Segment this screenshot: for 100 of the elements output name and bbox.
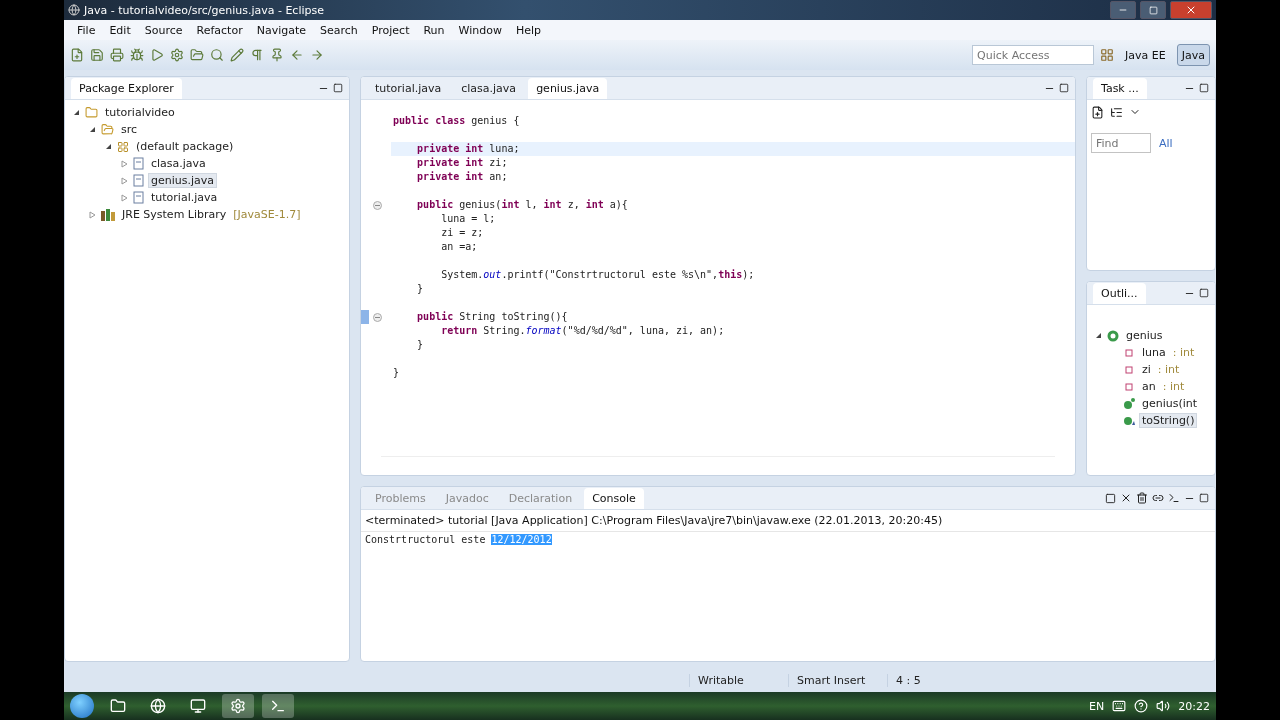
maximize-icon[interactable] [1199,83,1209,93]
file-icon [133,191,144,204]
tree-item[interactable]: luna [1139,345,1169,360]
constructor-icon [1123,397,1135,410]
menu-item[interactable]: Navigate [249,23,313,37]
maximize-icon[interactable] [1199,493,1209,503]
maximize-icon[interactable] [1199,288,1209,298]
new-file-icon[interactable] [70,48,84,62]
perspective-button[interactable]: Java EE [1120,44,1171,66]
terminal-icon[interactable] [262,694,294,718]
perspective-button[interactable]: Java [1176,44,1210,66]
field-type: : int [1157,363,1180,376]
view-tab[interactable]: Console [584,487,644,509]
link-icon[interactable] [1152,492,1164,504]
minimize-button[interactable] [1110,1,1136,19]
list-icon[interactable] [1110,106,1123,119]
file-icon [133,174,144,187]
field-type: : int [1172,346,1195,359]
menu-item[interactable]: Edit [102,23,138,37]
library-version: [JavaSE-1.7] [233,208,301,221]
code-line: public class genius { [392,114,521,128]
help-icon[interactable] [1134,699,1149,713]
expanded-arrow-icon[interactable] [72,109,80,116]
find-field[interactable]: Find [1091,133,1151,153]
maximize-icon[interactable] [333,83,343,93]
tree-item[interactable]: clasa.java [148,156,209,171]
view-tab[interactable]: Task ... [1093,77,1147,99]
pin-icon[interactable] [270,48,284,62]
start-button[interactable] [70,694,94,718]
tree-item[interactable]: (default package) [133,139,237,154]
tree-item[interactable]: genius(int [1139,396,1201,411]
editor-tab[interactable]: genius.java [528,77,608,99]
search-icon[interactable] [210,48,224,62]
tree-item[interactable]: tutorialvideo [102,105,178,120]
quick-access-field[interactable]: Quick Access [972,45,1095,65]
open-perspective-icon[interactable] [1100,48,1115,62]
maximize-button[interactable] [1140,1,1166,19]
expanded-arrow-icon[interactable] [88,126,96,133]
code-line: private int an; [416,170,509,184]
expanded-arrow-icon[interactable] [104,143,112,150]
editor-tab[interactable]: tutorial.java [367,77,450,99]
remove-icon[interactable] [1120,492,1132,504]
code-line: luna = l; [440,212,497,226]
play-icon[interactable] [150,48,164,62]
menu-item[interactable]: Search [313,23,365,37]
code-line: } [416,338,425,352]
expanded-arrow-icon[interactable] [1094,332,1102,339]
save-icon[interactable] [90,48,104,62]
new-task-icon[interactable] [1091,106,1104,119]
maximize-icon[interactable] [1059,83,1069,93]
menu-item[interactable]: Help [508,23,548,37]
tree-item[interactable]: JRE System Library [119,207,230,222]
package-icon [117,140,129,153]
file-icon [133,157,144,170]
status-text: Smart Insert [788,673,887,687]
terminate-icon[interactable] [1105,492,1116,504]
folder-icon [101,123,114,136]
menu-item[interactable]: File [70,23,103,37]
console-icon[interactable] [1168,492,1180,504]
code-line: public String toString(){ [416,310,569,324]
tree-item[interactable]: an [1139,379,1159,394]
collapsed-arrow-icon[interactable] [88,210,96,219]
editor-tab[interactable]: clasa.java [453,77,525,99]
menu-item[interactable]: Window [451,23,509,37]
field-icon [1123,346,1135,359]
volume-icon[interactable] [1156,699,1171,713]
pencil-icon[interactable] [230,48,244,62]
forward-icon[interactable] [310,48,324,62]
print-icon[interactable] [110,48,124,62]
code-line: an =a; [440,240,479,254]
menu-item[interactable]: Source [137,23,190,37]
menu-item[interactable]: Project [364,23,417,37]
tree-item[interactable]: toString() [1139,413,1198,428]
fold-icon[interactable] [373,200,382,210]
collapsed-arrow-icon[interactable] [120,176,128,185]
language-indicator: EN [1089,699,1105,713]
field-icon [1123,363,1135,376]
keyboard-icon[interactable] [1112,699,1127,713]
tree-item[interactable]: src [118,122,141,137]
collapsed-arrow-icon[interactable] [120,193,128,202]
fold-icon[interactable] [373,312,382,322]
menu-item[interactable]: Refactor [189,23,250,37]
view-tab[interactable]: Outli... [1093,282,1146,304]
code-line: return String.format("%d/%d/%d", luna, zi, an); [440,324,726,338]
clock: 20:22 [1178,699,1210,713]
gear-icon[interactable] [170,48,184,62]
tree-item[interactable]: zi [1139,362,1154,377]
bug-icon[interactable] [130,48,144,62]
tree-item[interactable]: tutorial.java [148,190,221,205]
tree-item[interactable]: genius [1123,328,1166,343]
tree-item[interactable]: genius.java [148,173,218,188]
pilcrow-icon[interactable] [250,48,264,62]
view-tab[interactable]: Package Explorer [71,77,182,99]
gear-icon[interactable] [222,694,254,718]
clear-icon[interactable] [1136,492,1148,504]
filter-link[interactable]: All [1159,136,1173,150]
close-icon [1185,4,1197,16]
menu-item[interactable]: Run [416,23,452,37]
back-icon[interactable] [290,48,304,62]
collapsed-arrow-icon[interactable] [120,159,128,168]
